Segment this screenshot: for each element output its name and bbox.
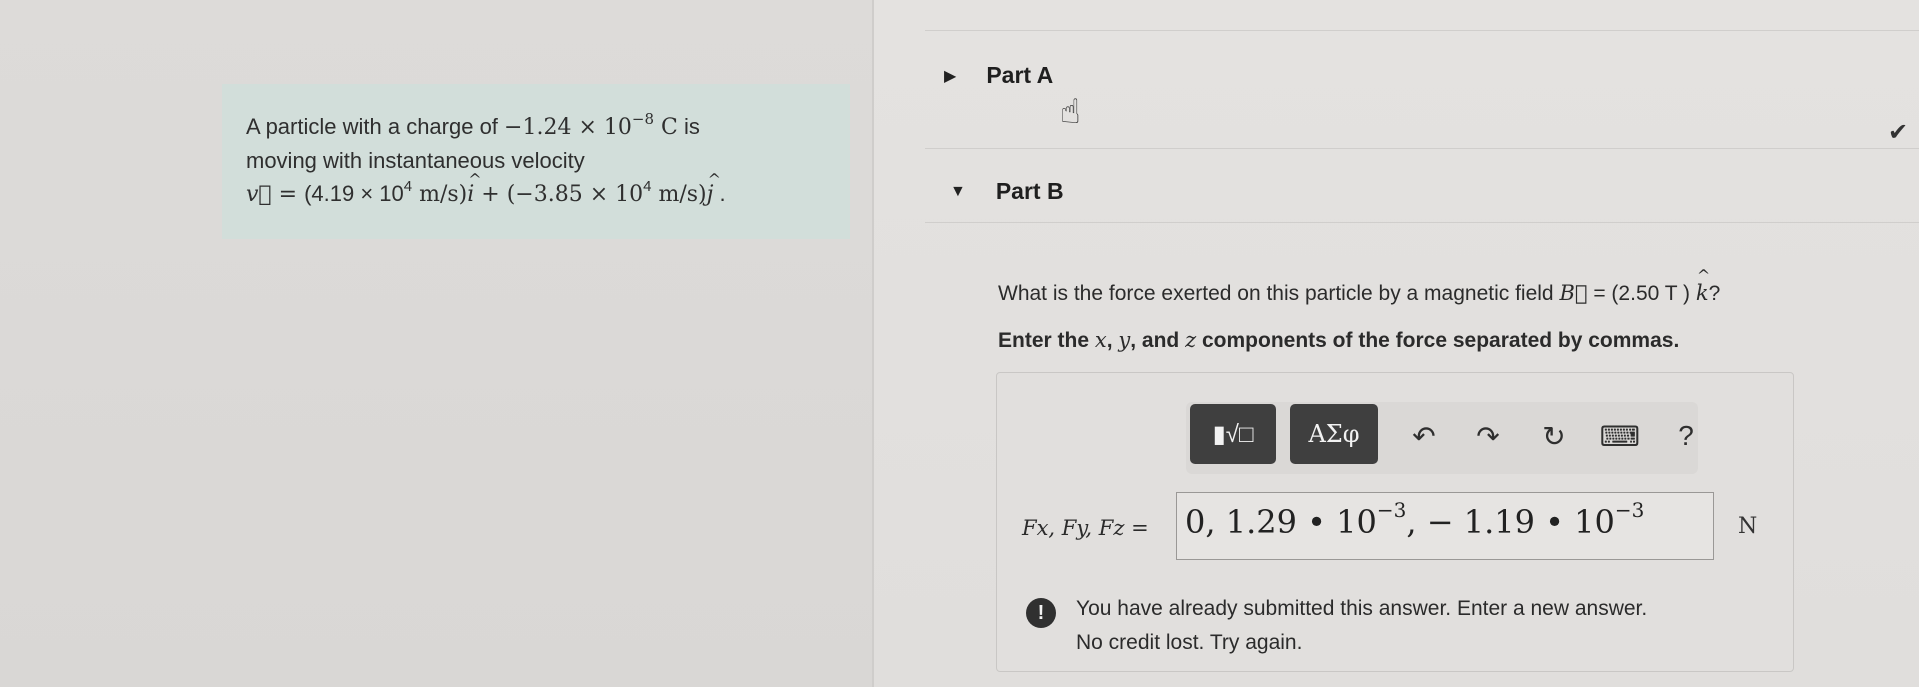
expanded-triangle-icon: ▼ xyxy=(950,182,966,200)
answer-value-part-2: , − 1.19 • 10 xyxy=(1406,503,1615,541)
answer-exponent-2: −3 xyxy=(1614,498,1645,522)
checkmark-icon: ✔ xyxy=(1888,119,1909,146)
section-separator xyxy=(925,148,1919,149)
section-separator xyxy=(925,222,1919,223)
undo-icon[interactable]: ↶ xyxy=(1404,420,1444,453)
problem-line-2: moving with instantaneous velocity xyxy=(246,148,585,173)
greek-symbols-button[interactable]: ΑΣφ xyxy=(1290,404,1378,464)
section-separator xyxy=(925,30,1919,31)
pane-divider xyxy=(872,0,874,687)
keyboard-icon[interactable]: ⌨ xyxy=(1600,420,1640,453)
question-text: What is the force exerted on this partic… xyxy=(998,266,1720,306)
answer-exponent-1: −3 xyxy=(1376,498,1407,522)
part-b-header[interactable]: ▼ Part B xyxy=(950,178,1064,205)
j-hat: j xyxy=(707,163,721,211)
templates-button[interactable]: ▮√□ xyxy=(1190,404,1276,464)
feedback-line-2: No credit lost. Try again. xyxy=(1076,631,1303,654)
help-icon[interactable]: ? xyxy=(1666,420,1706,452)
i-hat: i xyxy=(467,163,482,211)
redo-icon[interactable]: ↷ xyxy=(1468,420,1508,453)
hand-cursor-icon: ☝ xyxy=(1060,93,1081,131)
alert-icon: ! xyxy=(1026,598,1056,628)
feedback-line-1: You have already submitted this answer. … xyxy=(1076,597,1648,620)
answer-value-part-1: 0, 1.29 • 10 xyxy=(1185,503,1377,541)
answer-input[interactable]: 0, 1.29 • 10−3, − 1.19 • 10−3 xyxy=(1176,492,1714,560)
feedback-message: You have already submitted this answer. … xyxy=(1076,592,1647,660)
templates-icon: ▮√□ xyxy=(1212,420,1254,448)
collapsed-triangle-icon: ▶ xyxy=(944,67,957,85)
part-a-label: Part A xyxy=(986,62,1054,88)
answer-label: Fx, Fy, Fz = xyxy=(1022,516,1149,540)
part-a-header[interactable]: ▶ Part A xyxy=(944,62,1053,89)
problem-statement: A particle with a charge of −1.24 × 10−8… xyxy=(222,84,850,239)
problem-line-1: A particle with a charge of −1.24 × 10−8… xyxy=(246,110,700,141)
part-b-label: Part B xyxy=(995,178,1064,204)
k-hat: k xyxy=(1696,266,1710,305)
reset-icon[interactable]: ↻ xyxy=(1534,420,1574,453)
instruction-text: Enter the x, y, and z components of the … xyxy=(998,328,1680,352)
unit-label: N xyxy=(1738,514,1758,539)
velocity-equation: v⃗ = (4.19 × 104 m/s)i + (−3.85 × 104 m/… xyxy=(246,163,826,211)
